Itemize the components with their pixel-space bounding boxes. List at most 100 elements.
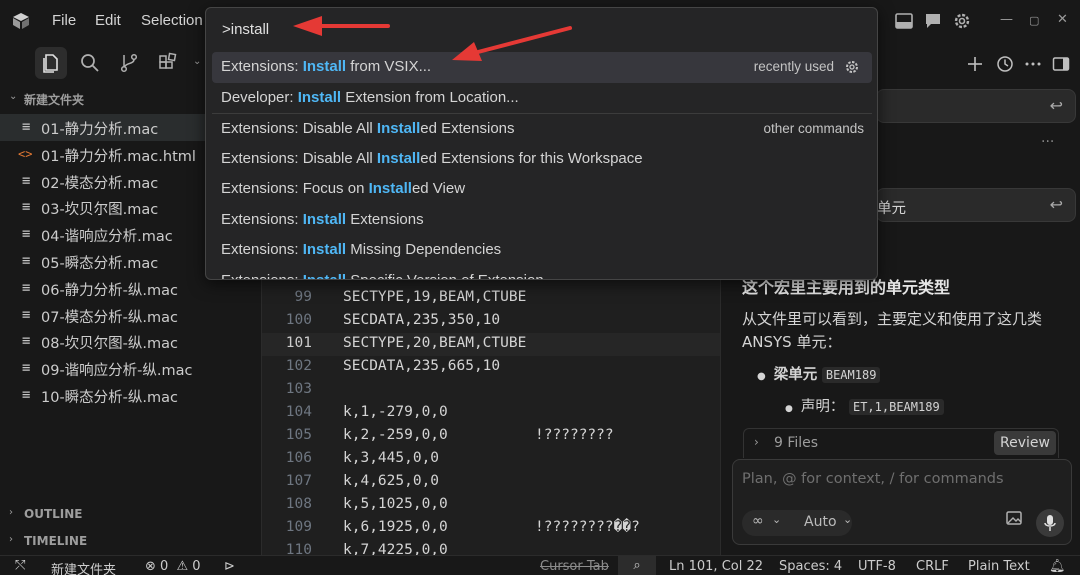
code-line[interactable]: 104 k,1,-279,0,0 [262, 402, 720, 425]
files-count: 9 Files [774, 435, 819, 451]
bubble-text: 单元 [877, 201, 906, 217]
new-chat-plus-icon[interactable] [966, 55, 984, 73]
remote-icon[interactable]: ⤲ [15, 558, 25, 573]
run-icon[interactable]: ⊳ [224, 559, 235, 574]
undo-arrow-icon[interactable]: ↩ [1050, 195, 1063, 214]
error-count: 0 [160, 559, 169, 574]
line-text: SECDATA,235,665,10 [343, 358, 501, 374]
mode-selector[interactable]: ∞ ⌄ Auto ⌄ [742, 510, 852, 536]
status-folder[interactable]: 新建文件夹 [51, 559, 116, 575]
code-line[interactable]: 105 k,2,-259,0,0 !???????? [262, 425, 720, 448]
chevron-right-icon: › [9, 534, 13, 545]
more-actions-icon[interactable] [1024, 55, 1042, 73]
response-paragraph: 从文件里可以看到，主要定义和使用了这几类 ANSYS 单元： [742, 310, 1043, 351]
configure-keybinding-gear-icon[interactable] [844, 59, 860, 75]
timeline-section[interactable]: › TIMELINE [0, 531, 262, 553]
command-item[interactable]: Extensions: Disable All Installed Extens… [212, 144, 872, 175]
line-number: 106 [285, 450, 312, 466]
line-ending[interactable]: CRLF [916, 559, 949, 574]
chevron-right-icon: › [754, 435, 759, 449]
zoom-search-icon[interactable]: ⌕ [618, 556, 656, 575]
review-button[interactable]: Review [994, 431, 1056, 455]
file-item[interactable]: ≡ 09-谐响应分析-纵.mac [0, 355, 262, 382]
file-name: 05-瞬态分析.mac [41, 255, 159, 272]
toggle-panel-icon[interactable] [894, 11, 914, 31]
code-line[interactable]: 103 [262, 379, 720, 402]
menu-file[interactable]: File [52, 12, 76, 29]
command-label: Extensions: Focus on Installed View [221, 180, 465, 197]
microphone-icon [1044, 515, 1056, 531]
command-match: Install [376, 149, 421, 167]
line-text: SECDATA,235,350,10 [343, 312, 501, 328]
code-line[interactable]: 99 SECTYPE,19,BEAM,CTUBE [262, 287, 720, 310]
command-match: Install [302, 210, 347, 228]
command-item[interactable]: Developer: Install Extension from Locati… [212, 83, 872, 114]
command-match: Install [302, 271, 347, 280]
command-palette-input[interactable] [214, 16, 869, 42]
text-file-icon: ≡ [22, 333, 31, 350]
command-label: Extensions: Disable All Installed Extens… [221, 120, 515, 137]
source-control-icon[interactable] [118, 52, 140, 74]
menu-selection[interactable]: Selection [141, 12, 203, 29]
file-item[interactable]: ≡ 10-瞬态分析-纵.mac [0, 382, 262, 409]
file-name: 06-静力分析-纵.mac [41, 282, 179, 299]
file-item[interactable]: ≡ 07-模态分析-纵.mac [0, 302, 262, 329]
command-label: Extensions: Disable All Installed Extens… [221, 150, 643, 167]
maximize-icon[interactable]: ▢ [1029, 14, 1039, 27]
file-item[interactable]: ≡ 08-坎贝尔图-纵.mac [0, 328, 262, 355]
bullet-declaration: ● 声明： ET,1,BEAM189 [785, 395, 944, 416]
outline-section[interactable]: › OUTLINE [0, 504, 262, 526]
text-file-icon: ≡ [22, 226, 31, 243]
command-item[interactable]: Extensions: Install Specific Version of … [212, 266, 872, 280]
command-item[interactable]: Extensions: Install Extensions [212, 205, 872, 236]
language-mode[interactable]: Plain Text [968, 559, 1030, 574]
code-line[interactable]: 109 k,6,1925,0,0 !????????��? [262, 517, 720, 540]
extensions-icon[interactable] [157, 52, 179, 74]
explorer-files-icon[interactable] [40, 52, 62, 74]
outline-label: OUTLINE [24, 507, 83, 521]
line-number: 104 [285, 404, 312, 420]
code-line[interactable]: 101 SECTYPE,20,BEAM,CTUBE [262, 333, 720, 356]
menu-edit[interactable]: Edit [95, 12, 121, 29]
code-line[interactable]: 108 k,5,1025,0,0 [262, 494, 720, 517]
chat-input[interactable] [742, 468, 1042, 490]
settings-gear-icon[interactable] [952, 11, 972, 31]
cursor-tab-status[interactable]: Cursor Tab [540, 559, 609, 574]
code-line[interactable]: 102 SECDATA,235,665,10 [262, 356, 720, 379]
indentation[interactable]: Spaces: 4 [779, 559, 842, 574]
minimize-icon[interactable]: — [1000, 12, 1013, 27]
more-views-chevron-icon[interactable]: ⌄ [193, 56, 201, 67]
command-item[interactable]: Extensions: Install from VSIX... recently… [212, 52, 872, 83]
code-line[interactable]: 107 k,4,625,0,0 [262, 471, 720, 494]
command-match: Install [368, 180, 412, 197]
notifications-bell-icon[interactable]: 🔔︎ [1049, 559, 1066, 574]
command-item[interactable]: Extensions: Disable All Installed Extens… [212, 113, 872, 144]
line-text: k,5,1025,0,0 [343, 496, 448, 512]
chevron-down-icon: ⌄ [843, 513, 853, 526]
undo-arrow-icon[interactable]: ↩ [1050, 96, 1063, 115]
encoding[interactable]: UTF-8 [858, 559, 896, 574]
cursor-position[interactable]: Ln 101, Col 22 [669, 559, 763, 574]
code-line[interactable]: 100 SECDATA,235,350,10 [262, 310, 720, 333]
voice-input-button[interactable] [1036, 509, 1064, 537]
command-item[interactable]: Extensions: Focus on Installed View [212, 174, 872, 205]
search-icon[interactable] [79, 52, 101, 74]
command-label: Developer: Install Extension from Locati… [221, 89, 519, 106]
text-file-icon: ≡ [22, 119, 31, 135]
line-number: 107 [285, 473, 312, 489]
code-line[interactable]: 106 k,3,445,0,0 [262, 448, 720, 471]
command-prefix: Extensions: [221, 241, 303, 258]
problems-indicator[interactable]: ⊗ 0 ⚠ 0 [145, 559, 201, 574]
command-item[interactable]: Extensions: Install Missing Dependencies [212, 235, 872, 266]
user-message-bubble-2[interactable]: 单元 ↩ [876, 188, 1076, 222]
attach-image-icon[interactable] [1005, 509, 1023, 527]
close-icon[interactable]: ✕ [1057, 12, 1068, 27]
chat-icon[interactable] [923, 11, 943, 31]
history-clock-icon[interactable] [996, 55, 1014, 73]
mode-label: Auto [804, 514, 837, 530]
message-more-icon[interactable]: ··· [1041, 134, 1054, 150]
text-file-icon: ≡ [22, 199, 31, 216]
app-logo-icon [13, 13, 29, 29]
toggle-sidebar-icon[interactable] [1052, 55, 1070, 73]
user-message-bubble[interactable]: ↩ [876, 89, 1076, 123]
